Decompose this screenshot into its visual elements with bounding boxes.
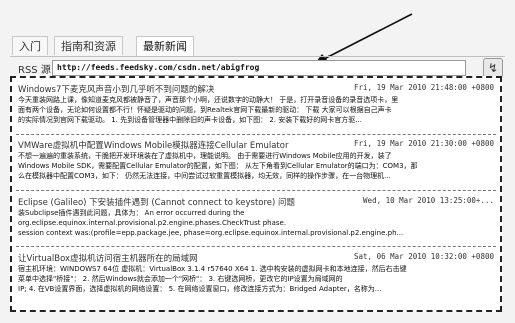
news-item-date: Fri, 19 Mar 2010 21:30:00 +0800 xyxy=(354,139,494,148)
news-item-date: Sat, 06 Mar 2010 10:32:00 +0800 xyxy=(354,252,494,261)
item-divider xyxy=(16,246,496,247)
item-divider xyxy=(16,190,496,191)
news-item-summary: 菜单中选择"桥接"： 2. 然后Windows就会添加一个"网桥"： 3. 右键… xyxy=(18,275,343,283)
news-item-title[interactable]: VMWare虚拟机中配置Windows Mobile模拟器连接Cellular … xyxy=(18,139,288,151)
tab-latest-news[interactable]: 最新新闻 xyxy=(136,36,194,56)
rss-label: RSS 源: xyxy=(18,65,55,76)
news-item-summary: session context was:(profile=epp.package… xyxy=(18,229,404,237)
news-item-summary: org.eclipse.equinox.internal.provisional… xyxy=(18,219,287,227)
tab-getting-started[interactable]: 入门 xyxy=(12,36,48,55)
news-item-summary: 装Subclipse插件遇到此问题，具体为： An error occurred… xyxy=(18,209,245,217)
item-divider xyxy=(16,134,496,135)
news-item-summary: 的实际情况到官网下载驱动。 1. 先到设备管理器中删除旧的声卡设备，如下图： 2… xyxy=(18,116,362,124)
news-item-summary: IP; 4. 在VB设置界面，选择虚拟机的网络设置： 5. 在网络设置窗口，修改… xyxy=(18,285,382,293)
news-item: Eclipse (Galileo) 下安装插件遇到 (Cannot connec… xyxy=(18,196,496,238)
news-item: Windows7下麦克风声音小到几乎听不到问题的解决 Fri, 19 Mar 2… xyxy=(18,83,496,125)
news-item-title[interactable]: 让VirtualBox虚拟机访问宿主机器所在的局域网 xyxy=(18,252,198,264)
news-feed-panel: Windows7下麦克风声音小到几乎听不到问题的解决 Fri, 19 Mar 2… xyxy=(10,76,502,312)
news-item-date: Wed, 10 Mar 2010 13:25:00+... xyxy=(363,196,494,205)
news-item-summary: Windows Mobile SDK，需要配置Cellular Emulator… xyxy=(18,162,418,170)
news-item-summary: 宿主机环境：WINDOWS7 64位 虚拟机：VirtualBox 3.1.4 … xyxy=(18,265,407,273)
refresh-icon: ↯ xyxy=(487,61,499,75)
news-item-summary: 不想一遍遍的重装系统，干脆把开发环境装在了虚拟机中，理能说明。 由于需要进行Wi… xyxy=(18,152,392,160)
news-item-summary: 面有两个设备，无论如何设置都不行！怀疑是驱动的问题，到Realtek官网下载最新… xyxy=(18,106,392,114)
news-item-summary: 么在模拟器中配置COM3，如下： 仍然无法连接，中间尝试过软重置模拟器，均无效，… xyxy=(18,172,391,180)
news-item-title[interactable]: Eclipse (Galileo) 下安装插件遇到 (Cannot connec… xyxy=(18,196,295,208)
news-item-title[interactable]: Windows7下麦克风声音小到几乎听不到问题的解决 xyxy=(18,83,214,95)
news-item: 让VirtualBox虚拟机访问宿主机器所在的局域网 Sat, 06 Mar 2… xyxy=(18,252,496,294)
rss-url-input[interactable]: http://feeds.feedsky.com/csdn.net/abigfr… xyxy=(52,60,466,76)
news-item-summary: 今天重装网路上课，像知道麦克风都被静音了，声音那个小啊，还说数字的动静大！ 于是… xyxy=(18,96,399,104)
tab-guides-resources[interactable]: 指南和资源 xyxy=(54,36,123,55)
tab-bar: 入门 指南和资源 最新新闻 xyxy=(10,36,505,57)
news-item-date: Fri, 19 Mar 2010 21:48:00 +0800 xyxy=(354,83,494,92)
refresh-button[interactable]: ↯ xyxy=(483,58,503,78)
news-item: VMWare虚拟机中配置Windows Mobile模拟器连接Cellular … xyxy=(18,139,496,181)
